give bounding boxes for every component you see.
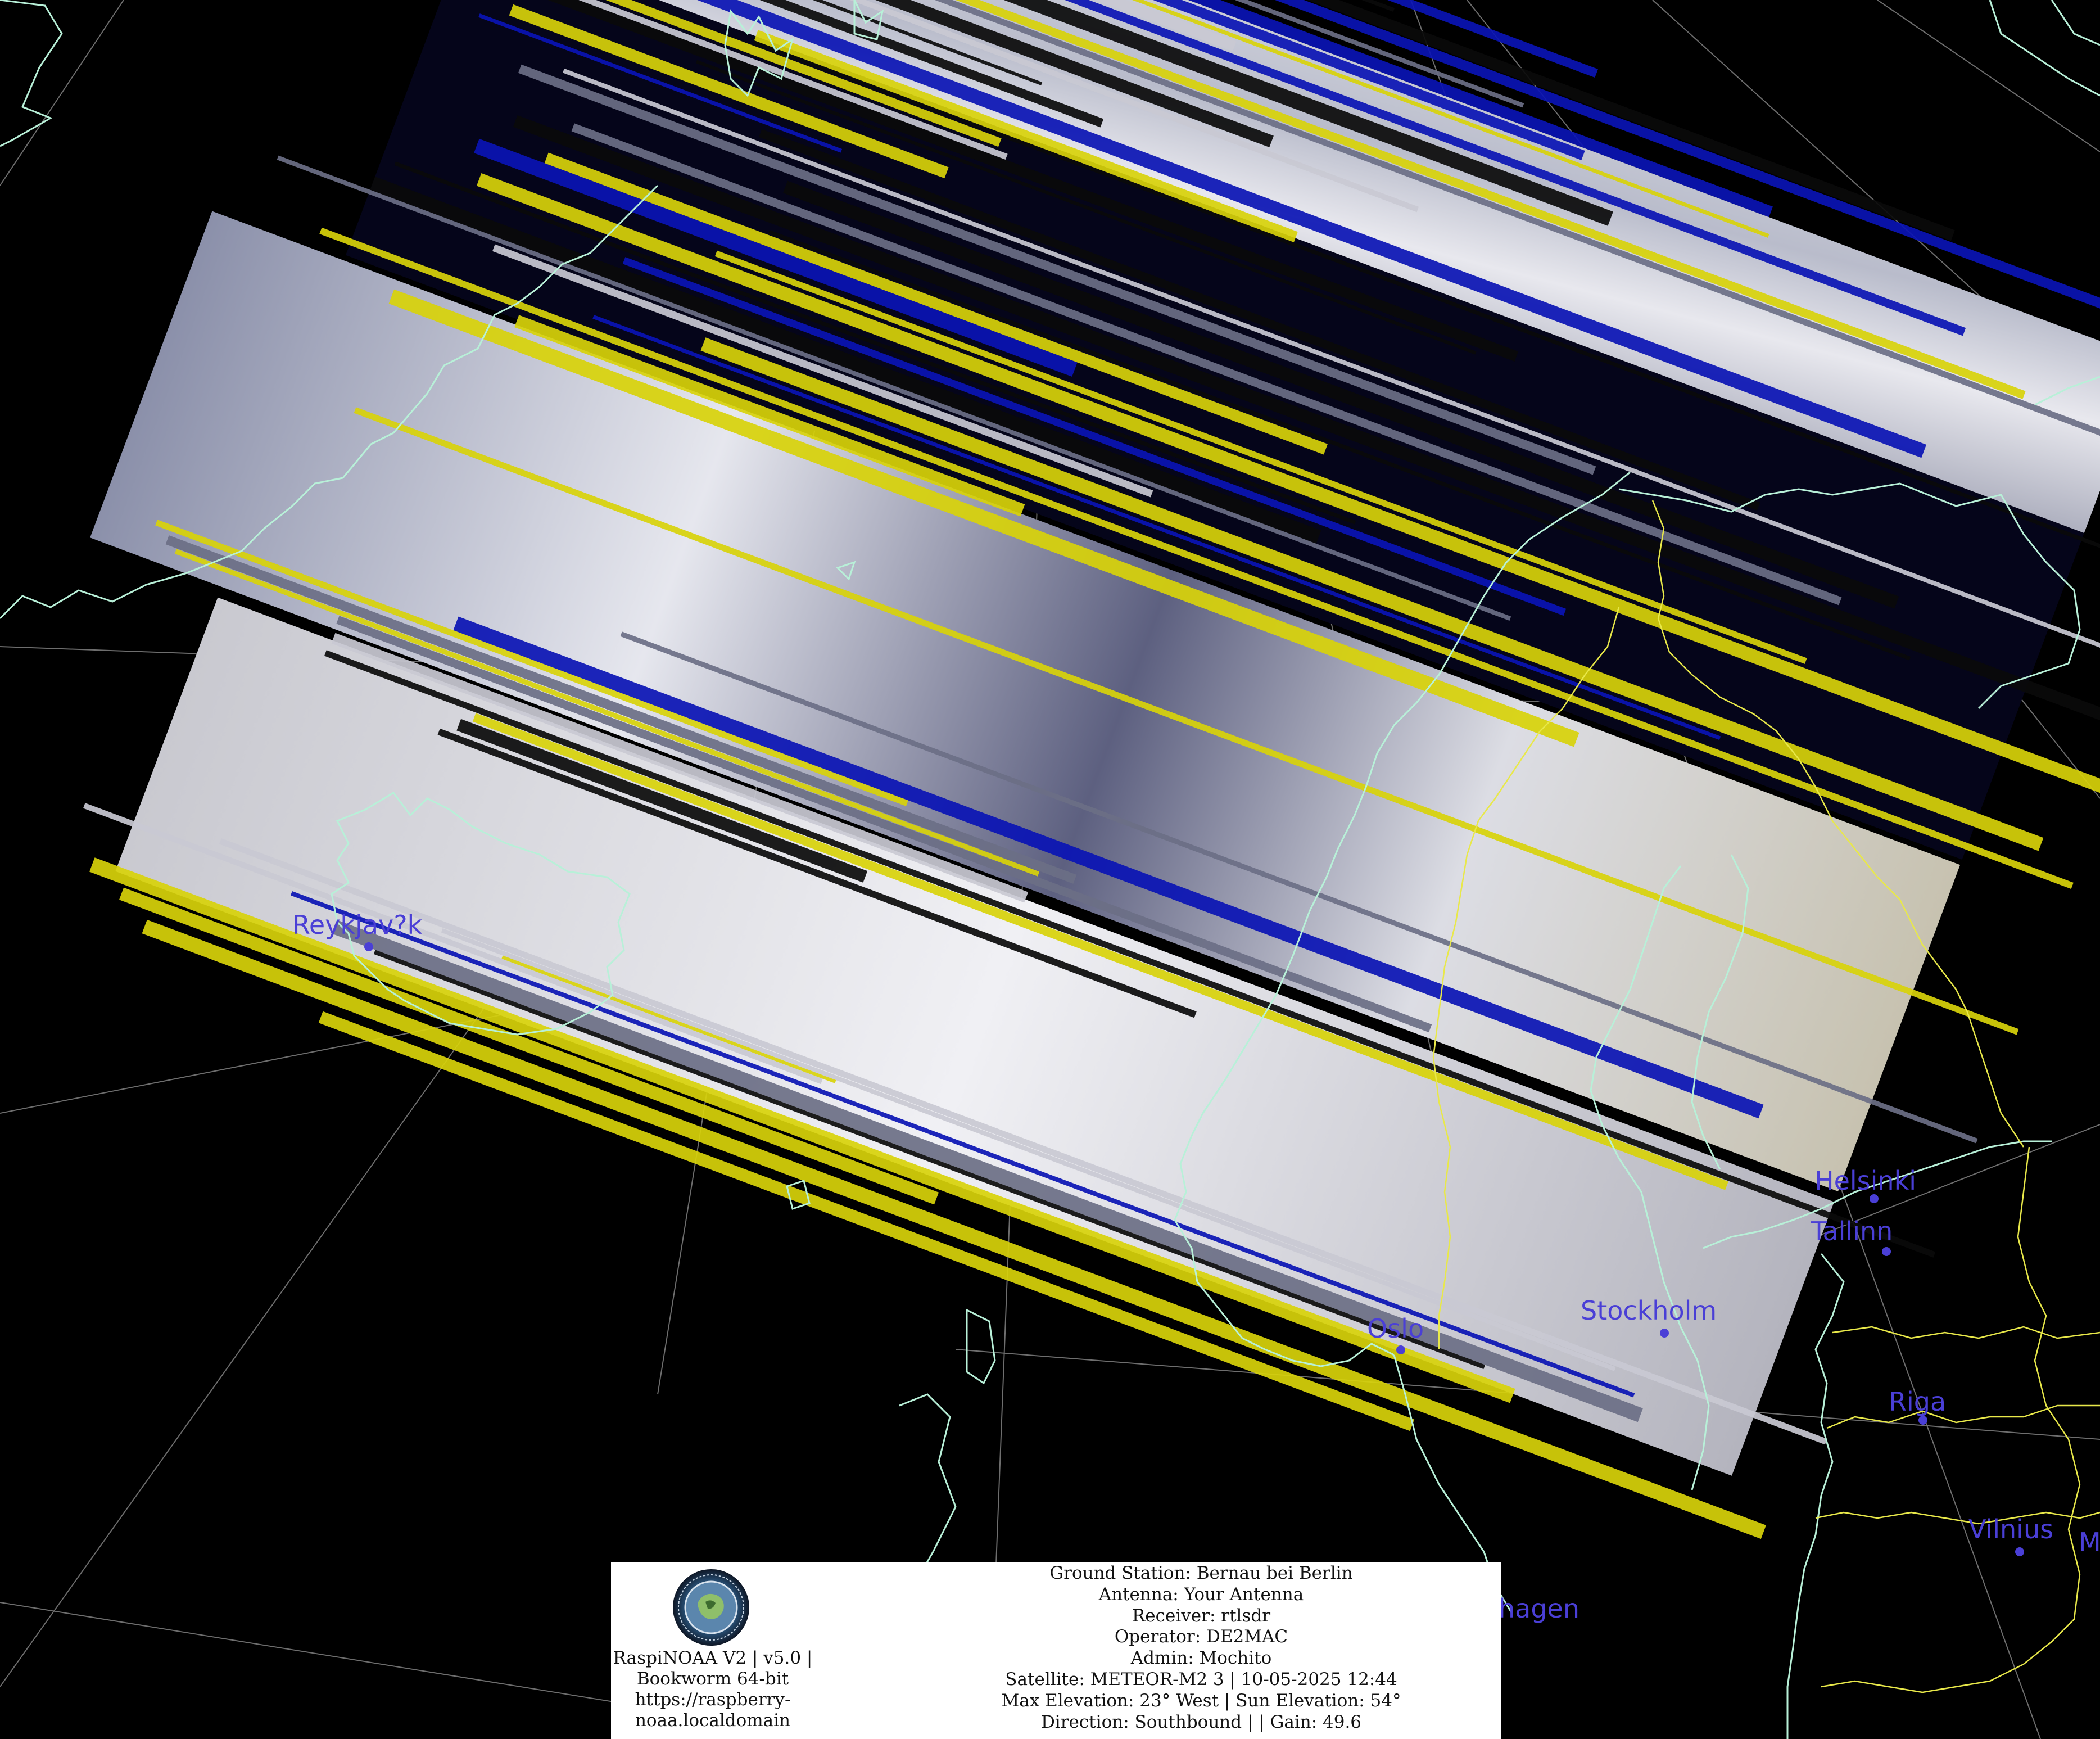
software-line: Bookworm 64-bit xyxy=(636,1669,789,1689)
software-line: noaa.localdomain xyxy=(635,1710,791,1731)
satellite-line: Satellite: METEOR-M2 3 | 10-05-2025 12:4… xyxy=(1005,1669,1397,1690)
city-marker xyxy=(364,942,373,951)
operator-line: Operator: DE2MAC xyxy=(1114,1627,1288,1647)
satellite-swath xyxy=(83,0,2100,1539)
direction-gain-line: Direction: Southbound | | Gain: 49.6 xyxy=(1040,1711,1362,1732)
station-info: Ground Station: Bernau bei Berlin Antenn… xyxy=(903,1563,1499,1733)
city-label: Stockholm xyxy=(1581,1295,1717,1326)
satellite-map xyxy=(0,0,2100,1739)
software-line: RaspiNOAA V2 | v5.0 | xyxy=(613,1648,813,1668)
city-marker xyxy=(1870,1194,1879,1203)
ground-station-line: Ground Station: Bernau bei Berlin xyxy=(1049,1563,1353,1583)
city-label: M xyxy=(2079,1527,2100,1557)
software-info: RaspiNOAA V2 | v5.0 | Bookworm 64-bit ht… xyxy=(611,1648,814,1731)
city-marker xyxy=(1918,1416,1927,1425)
city-label: Riga xyxy=(1889,1386,1947,1417)
city-marker xyxy=(2015,1547,2024,1556)
city-label: Tallinn xyxy=(1811,1216,1893,1246)
elevation-line: Max Elevation: 23° West | Sun Elevation:… xyxy=(1001,1690,1401,1711)
city-label: hagen xyxy=(1499,1593,1579,1624)
city-label: Helsinki xyxy=(1814,1166,1916,1196)
raspinoaa-logo-icon xyxy=(673,1569,749,1646)
city-label: Reykjav?k xyxy=(292,910,423,940)
city-marker xyxy=(1882,1247,1891,1256)
antenna-line: Antenna: Your Antenna xyxy=(1098,1584,1304,1605)
swath-data xyxy=(83,0,2100,1539)
city-marker xyxy=(1396,1345,1405,1354)
city-marker xyxy=(1660,1329,1669,1338)
receiver-line: Receiver: rtlsdr xyxy=(1132,1605,1271,1626)
software-line: https://raspberry- xyxy=(635,1690,791,1710)
info-panel: RaspiNOAA V2 | v5.0 | Bookworm 64-bit ht… xyxy=(611,1562,1501,1739)
admin-line: Admin: Mochito xyxy=(1130,1648,1272,1669)
city-label: Oslo xyxy=(1367,1313,1424,1344)
city-label: Vilnius xyxy=(1968,1514,2054,1544)
